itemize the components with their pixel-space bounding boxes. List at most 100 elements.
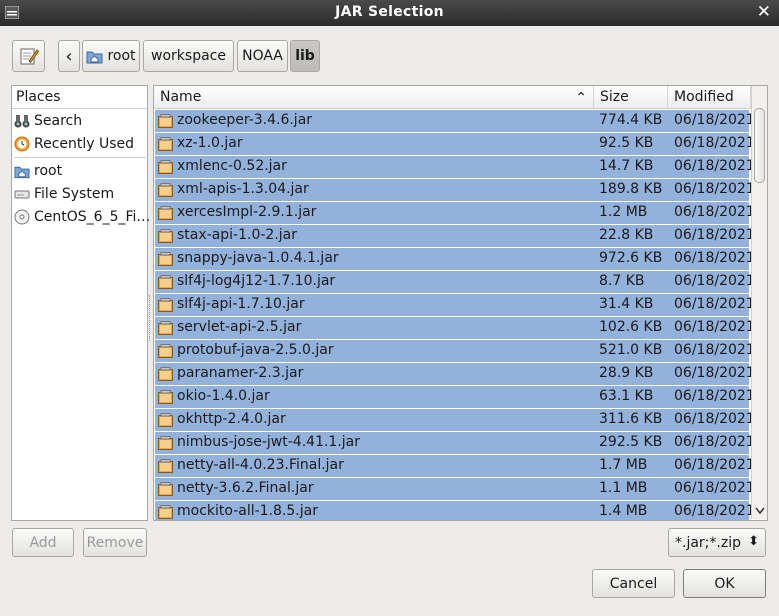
place-recently-used[interactable]: Recently Used — [14, 133, 134, 155]
file-name: xercesImpl-2.9.1.jar — [177, 204, 317, 220]
file-filter-select[interactable]: *.jar;*.zip ⬍ — [668, 528, 766, 557]
places-divider — [14, 157, 146, 158]
jar-file-icon — [158, 160, 173, 174]
file-size: 31.4 KB — [599, 296, 654, 312]
file-row[interactable]: okio-1.4.0.jar 63.1 KB 06/18/2021 — [155, 386, 755, 408]
file-name: paranamer-2.3.jar — [177, 365, 304, 381]
file-name: nimbus-jose-jwt-4.41.1.jar — [177, 434, 361, 450]
jar-file-icon — [158, 114, 173, 128]
file-row[interactable]: xml-apis-1.3.04.jar 189.8 KB 06/18/2021 — [155, 179, 755, 201]
file-row[interactable]: snappy-java-1.0.4.1.jar 972.6 KB 06/18/202… — [155, 248, 755, 270]
file-row[interactable]: xmlenc-0.52.jar 14.7 KB 06/18/2021 — [155, 156, 755, 178]
edit-location-button[interactable] — [12, 40, 45, 72]
file-size: 311.6 KB — [599, 411, 663, 427]
jar-file-icon — [158, 275, 173, 289]
file-modified: 06/18/2021 — [674, 480, 755, 496]
file-modified: 06/18/2021 — [674, 135, 755, 151]
add-button[interactable]: Add — [12, 528, 74, 557]
scroll-down-arrow-icon[interactable] — [755, 507, 765, 515]
file-size: 63.1 KB — [599, 388, 654, 404]
file-modified: 06/18/2021 — [674, 319, 755, 335]
file-size: 292.5 KB — [599, 434, 663, 450]
file-row[interactable]: mockito-all-1.8.5.jar 1.4 MB 06/18/2021 — [155, 501, 755, 520]
file-name: okhttp-2.4.0.jar — [177, 411, 286, 427]
file-row[interactable]: xercesImpl-2.9.1.jar 1.2 MB 06/18/2021 — [155, 202, 755, 224]
home-folder-icon — [14, 166, 30, 178]
file-row[interactable]: netty-3.6.2.Final.jar 1.1 MB 06/18/2021 — [155, 478, 755, 500]
file-size: 1.7 MB — [599, 457, 648, 473]
cancel-button[interactable]: Cancel — [592, 569, 675, 598]
file-name: protobuf-java-2.5.0.jar — [177, 342, 334, 358]
file-row[interactable]: protobuf-java-2.5.0.jar 521.0 KB 06/18/202… — [155, 340, 755, 362]
remove-button-label: Remove — [86, 534, 144, 551]
file-modified: 06/18/2021 — [674, 503, 755, 519]
jar-file-icon — [158, 206, 173, 220]
disc-icon — [14, 209, 30, 225]
file-size: 14.7 KB — [599, 158, 654, 174]
file-size: 8.7 KB — [599, 273, 645, 289]
file-name: xz-1.0.jar — [177, 135, 243, 151]
file-row[interactable]: slf4j-api-1.7.10.jar 31.4 KB 06/18/2021 — [155, 294, 755, 316]
path-label-root: root — [107, 48, 136, 64]
place-label: Search — [34, 113, 83, 129]
file-name: xmlenc-0.52.jar — [177, 158, 287, 174]
select-arrows-icon: ⬍ — [748, 534, 759, 549]
ok-button[interactable]: OK — [683, 569, 766, 598]
file-row[interactable]: okhttp-2.4.0.jar 311.6 KB 06/18/2021 — [155, 409, 755, 431]
places-panel: Places Search Recently Used root File Sy… — [11, 85, 150, 521]
file-modified: 06/18/2021 — [674, 273, 755, 289]
file-name: snappy-java-1.0.4.1.jar — [177, 250, 339, 266]
place-centos-disc[interactable]: CentOS_6_5_Fi… — [14, 206, 150, 228]
column-header-name[interactable]: Name ⌃ — [154, 86, 594, 109]
place-search[interactable]: Search — [14, 110, 82, 132]
jar-file-icon — [158, 252, 173, 266]
file-row[interactable]: slf4j-log4j12-1.7.10.jar 8.7 KB 06/18/2021 — [155, 271, 755, 293]
file-name: netty-3.6.2.Final.jar — [177, 480, 314, 496]
column-header-size[interactable]: Size — [594, 86, 668, 109]
scrollbar-thumb[interactable] — [754, 108, 765, 183]
binoculars-icon — [14, 115, 30, 128]
file-row[interactable]: stax-api-1.0-2.jar 22.8 KB 06/18/2021 — [155, 225, 755, 247]
place-root[interactable]: root — [14, 160, 62, 182]
jar-file-icon — [158, 413, 173, 427]
path-back-button[interactable]: ‹ — [58, 40, 80, 72]
place-label: Recently Used — [34, 136, 135, 152]
close-icon[interactable]: ✕ — [757, 2, 771, 22]
jar-file-icon — [158, 436, 173, 450]
jar-file-icon — [158, 183, 173, 197]
path-label-lib: lib — [295, 48, 315, 64]
file-name: slf4j-log4j12-1.7.10.jar — [177, 273, 336, 289]
column-label-modified: Modified — [674, 89, 734, 105]
place-label: File System — [34, 186, 115, 202]
jar-file-icon — [158, 459, 173, 473]
file-row[interactable]: paranamer-2.3.jar 28.9 KB 06/18/2021 — [155, 363, 755, 385]
file-name: stax-api-1.0-2.jar — [177, 227, 298, 243]
file-modified: 06/18/2021 — [674, 457, 755, 473]
file-row[interactable]: zookeeper-3.4.6.jar 774.4 KB 06/18/2021 — [155, 110, 755, 132]
file-size: 1.4 MB — [599, 503, 648, 519]
file-name: okio-1.4.0.jar — [177, 388, 270, 404]
file-row[interactable]: servlet-api-2.5.jar 102.6 KB 06/18/2021 — [155, 317, 755, 339]
jar-file-icon — [158, 482, 173, 496]
path-button-noaa[interactable]: NOAA — [237, 40, 288, 72]
path-button-workspace[interactable]: workspace — [143, 40, 234, 72]
file-size: 972.6 KB — [599, 250, 663, 266]
path-button-lib[interactable]: lib — [290, 40, 320, 72]
jar-file-icon — [158, 390, 173, 404]
file-modified: 06/18/2021 — [674, 204, 755, 220]
file-row[interactable]: xz-1.0.jar 92.5 KB 06/18/2021 — [155, 133, 755, 155]
file-name: slf4j-api-1.7.10.jar — [177, 296, 305, 312]
path-button-root[interactable]: root — [82, 40, 140, 72]
file-modified: 06/18/2021 — [674, 434, 755, 450]
place-label: root — [34, 163, 63, 179]
jar-file-icon — [158, 137, 173, 151]
remove-button[interactable]: Remove — [83, 528, 147, 557]
file-size: 1.2 MB — [599, 204, 648, 220]
jar-file-icon — [158, 298, 173, 312]
file-list-scrollbar[interactable] — [751, 86, 767, 519]
file-row[interactable]: netty-all-4.0.23.Final.jar 1.7 MB 06/18/20… — [155, 455, 755, 477]
file-modified: 06/18/2021 — [674, 296, 755, 312]
column-header-modified[interactable]: Modified — [668, 86, 751, 109]
place-file-system[interactable]: File System — [14, 183, 114, 205]
file-row[interactable]: nimbus-jose-jwt-4.41.1.jar 292.5 KB 06/18/… — [155, 432, 755, 454]
